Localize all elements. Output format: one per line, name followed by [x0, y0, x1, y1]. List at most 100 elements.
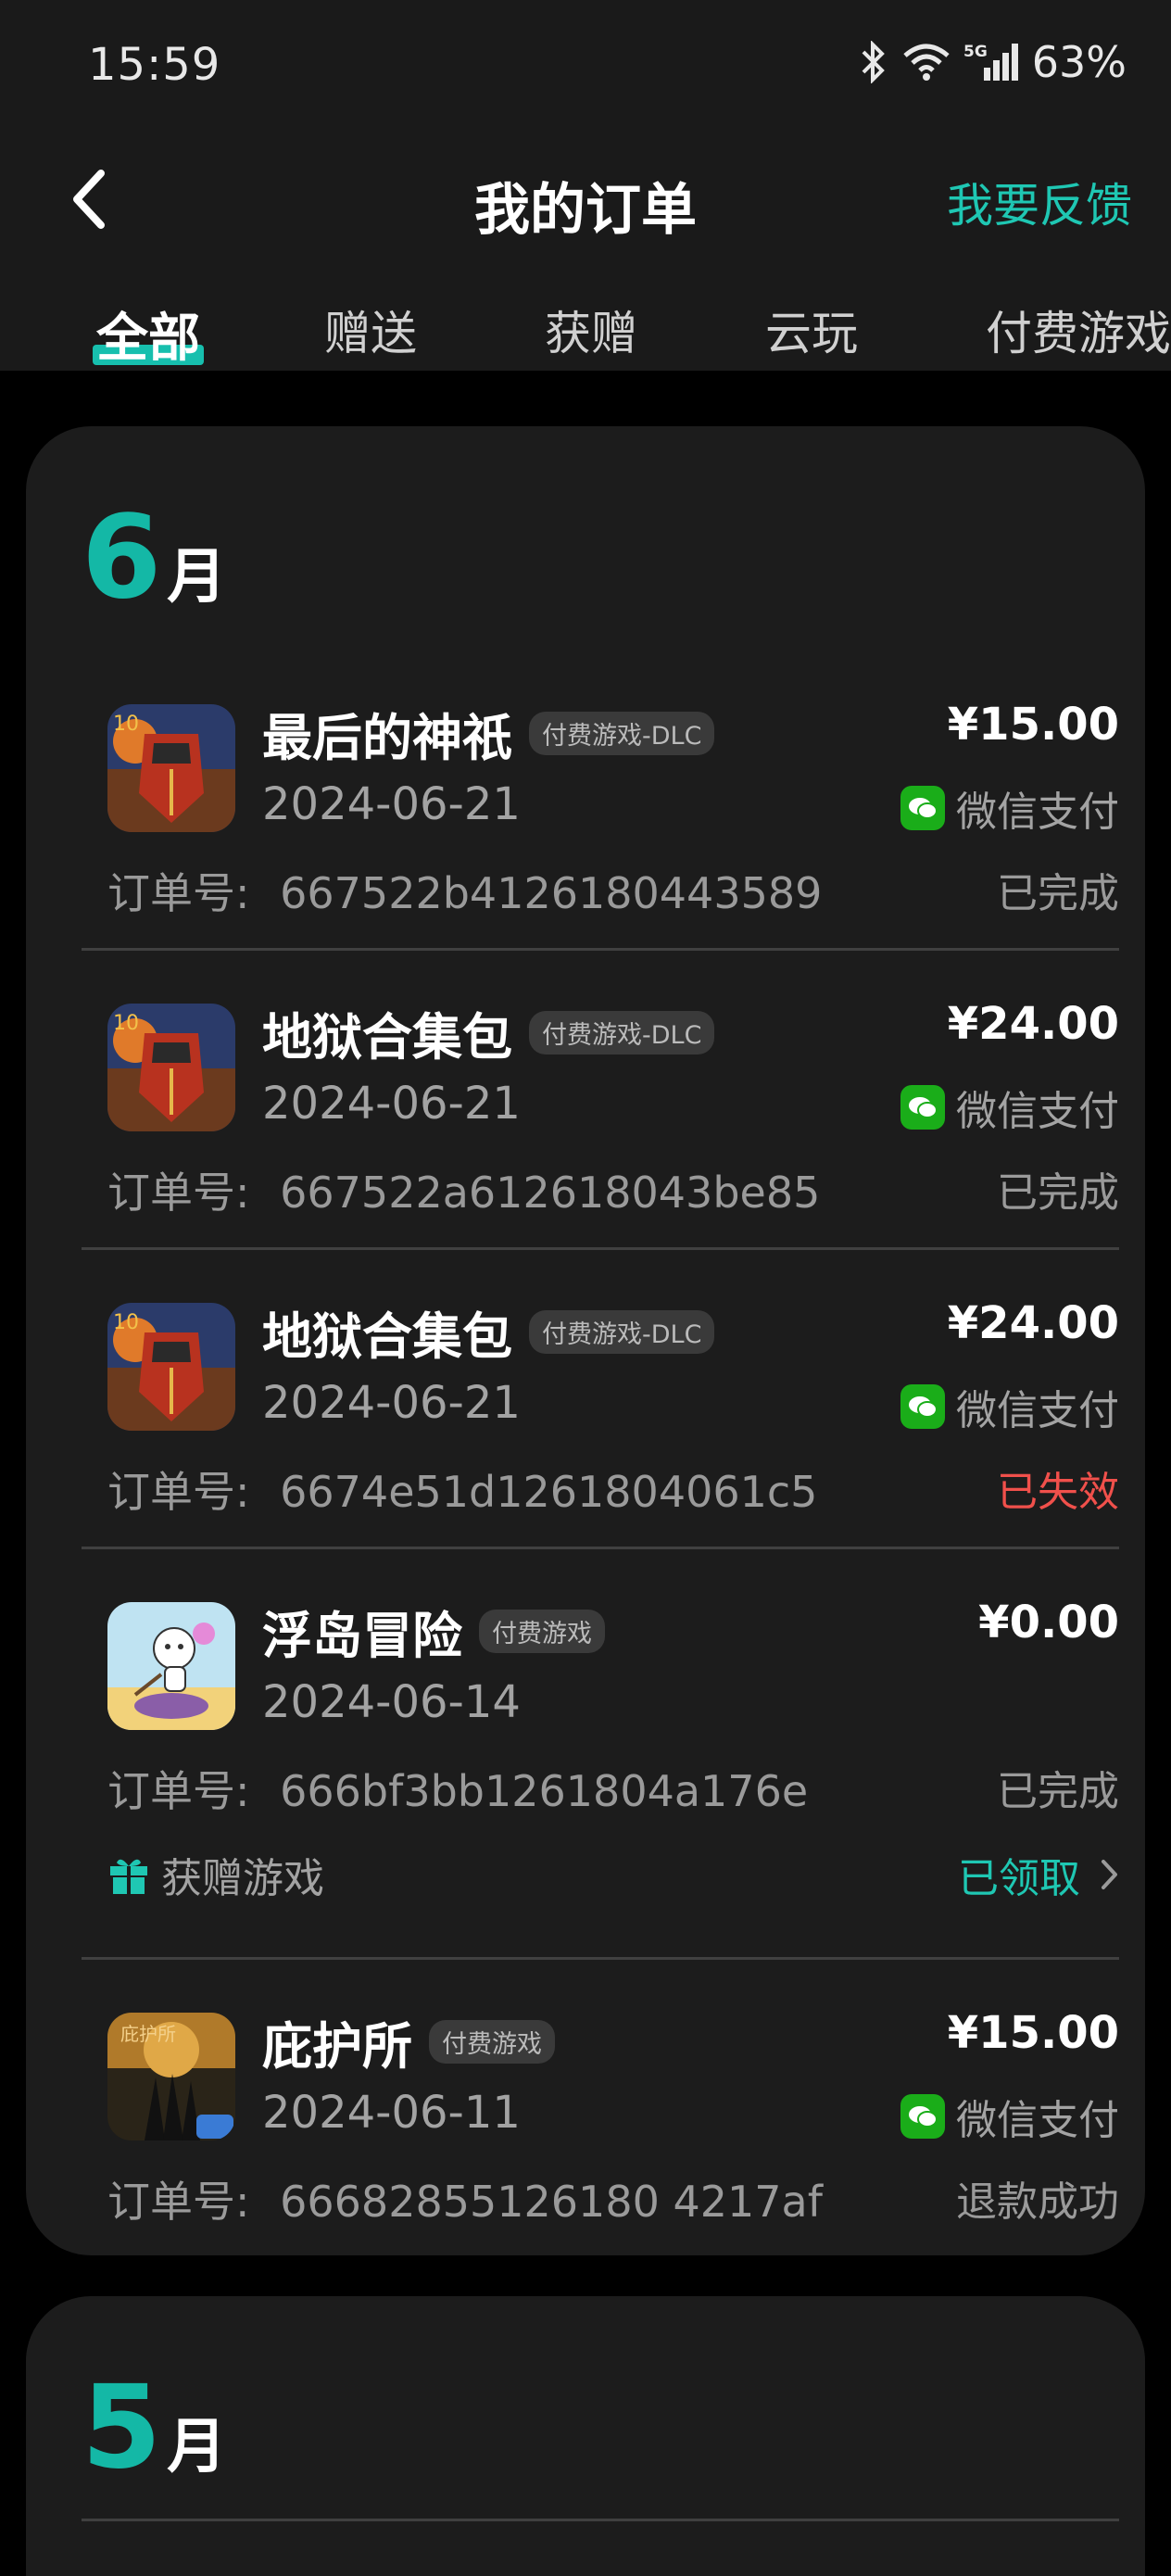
month-card-june: 6 月 10 最后的神祇 付费游戏-DLC 2024-06-21 ¥15.00 …: [26, 426, 1145, 2255]
order-price: ¥24.00: [947, 1297, 1119, 1349]
wechat-pay-icon: [900, 2094, 945, 2139]
order-number-label: 订单号:: [107, 1168, 250, 1218]
tab-received[interactable]: 获赠: [545, 297, 637, 363]
order-item[interactable]: 10 地狱合集包 付费游戏-DLC 2024-06-21 ¥24.00 微信支付…: [82, 998, 1119, 1244]
wechat-pay-icon: [900, 1384, 945, 1429]
game-name: 地狱合集包: [262, 1307, 512, 1366]
order-number-label: 订单号:: [107, 1766, 250, 1816]
claimed-link[interactable]: 已领取: [958, 1845, 1119, 1904]
payment-label: 微信支付: [956, 2097, 1119, 2144]
tab-paid-games[interactable]: 付费游戏: [986, 297, 1171, 363]
order-number: 订单号: 666bf3bb1261804a176e: [107, 1758, 808, 1819]
game-thumbnail: 庇护所: [107, 2013, 235, 2140]
type-tag: 付费游戏-DLC: [529, 1310, 715, 1354]
month-card-may: 5 月: [26, 2296, 1145, 2576]
payment-label: 微信支付: [956, 789, 1119, 836]
order-price: ¥24.00: [947, 998, 1119, 1050]
chevron-right-icon: [1101, 1859, 1119, 1890]
order-date: 2024-06-11: [262, 2087, 521, 2139]
order-number-label: 订单号:: [107, 868, 250, 918]
divider: [82, 948, 1119, 951]
order-item[interactable]: 庇护所 庇护所 付费游戏 2024-06-11 ¥15.00 微信支付 订单号:…: [82, 2007, 1119, 2235]
header: 我的订单 我要反馈: [0, 148, 1171, 250]
cellular-signal-icon: 5G: [963, 42, 1019, 82]
order-number-value: 667522a612618043be85: [280, 1168, 821, 1218]
order-number: 订单号: 667522a612618043be85: [107, 1159, 820, 1220]
order-number-value: 667522b4126180443589: [280, 868, 823, 918]
order-number-label: 订单号:: [107, 1467, 250, 1517]
order-item[interactable]: 浮岛冒险 付费游戏 2024-06-14 ¥0.00 订单号: 666bf3bb…: [82, 1597, 1119, 1936]
tab-cloud-play[interactable]: 云玩: [765, 297, 858, 363]
order-number-value: 66682855126180 4217af: [280, 2177, 823, 2227]
order-status: 退款成功: [956, 2178, 1119, 2226]
battery-level: 63%: [1031, 37, 1127, 87]
network-label: 5G: [963, 43, 988, 61]
order-title: 地狱合集包 付费游戏-DLC: [262, 1295, 715, 1369]
payment-method: 微信支付: [900, 1078, 1119, 1137]
tab-bar: 全部 赠送 获赠 云玩 付费游戏: [0, 287, 1171, 371]
divider: [82, 1547, 1119, 1549]
type-tag: 付费游戏-DLC: [529, 1011, 715, 1054]
game-name: 地狱合集包: [262, 1008, 512, 1067]
divider: [82, 1247, 1119, 1250]
order-title: 地狱合集包 付费游戏-DLC: [262, 996, 715, 1069]
wechat-pay-icon: [900, 786, 945, 830]
order-status: 已完成: [997, 1768, 1119, 1815]
month-number: 5: [82, 2361, 162, 2494]
wifi-icon: [902, 43, 951, 82]
order-date: 2024-06-21: [262, 1078, 521, 1130]
claimed-text: 已领取: [958, 1855, 1080, 1902]
order-date: 2024-06-21: [262, 778, 521, 830]
payment-label: 微信支付: [956, 1387, 1119, 1434]
payment-method: 微信支付: [900, 778, 1119, 838]
svg-text:庇护所: 庇护所: [120, 2023, 176, 2045]
payment-method: 微信支付: [900, 2087, 1119, 2146]
order-status: 已失效: [997, 1469, 1119, 1516]
order-number-value: 6674e51d1261804061c5: [280, 1467, 818, 1517]
order-number: 订单号: 667522b4126180443589: [107, 860, 822, 921]
status-time: 15:59: [88, 39, 221, 91]
gift-icon: [107, 1853, 150, 1896]
svg-text:10: 10: [113, 713, 139, 736]
tab-all[interactable]: 全部: [96, 297, 200, 372]
game-name: 浮岛冒险: [262, 1607, 462, 1665]
gift-label: 获赠游戏: [107, 1845, 324, 1904]
game-thumbnail: [107, 1602, 235, 1730]
screen: 15:59 5G 63% 我的订单 我要反馈 全部 赠送 获赠 云玩 付费游戏 …: [0, 0, 1171, 2576]
order-item[interactable]: 10 最后的神祇 付费游戏-DLC 2024-06-21 ¥15.00 微信支付…: [82, 699, 1119, 945]
game-thumbnail: 10: [107, 1004, 235, 1131]
type-tag: 付费游戏-DLC: [529, 712, 715, 755]
svg-text:10: 10: [113, 1311, 139, 1334]
order-item[interactable]: 10 地狱合集包 付费游戏-DLC 2024-06-21 ¥24.00 微信支付…: [82, 1297, 1119, 1544]
order-status: 已完成: [997, 1169, 1119, 1217]
wechat-pay-icon: [900, 1085, 945, 1130]
order-price: ¥0.00: [978, 1597, 1119, 1648]
game-name: 最后的神祇: [262, 709, 512, 767]
month-unit: 月: [167, 2413, 227, 2481]
order-number-label: 订单号:: [107, 2177, 250, 2227]
order-number: 订单号: 6674e51d1261804061c5: [107, 1458, 817, 1520]
gift-row[interactable]: 获赠游戏 已领取: [107, 1845, 1119, 1902]
order-status: 已完成: [997, 870, 1119, 917]
status-icons: 5G 63%: [858, 37, 1127, 87]
divider: [82, 2519, 1119, 2521]
game-name: 庇护所: [262, 2017, 412, 2076]
payment-method: 微信支付: [900, 1377, 1119, 1436]
type-tag: 付费游戏: [479, 1610, 605, 1653]
order-price: ¥15.00: [947, 699, 1119, 751]
order-number-value: 666bf3bb1261804a176e: [280, 1766, 809, 1816]
order-date: 2024-06-21: [262, 1377, 521, 1429]
game-thumbnail: 10: [107, 704, 235, 832]
top-bar: 15:59 5G 63% 我的订单 我要反馈 全部 赠送 获赠 云玩 付费游戏: [0, 0, 1171, 371]
month-heading: 6 月: [82, 500, 226, 615]
order-date: 2024-06-14: [262, 1676, 521, 1728]
divider: [82, 1957, 1119, 1960]
order-title: 最后的神祇 付费游戏-DLC: [262, 697, 715, 770]
order-number: 订单号: 66682855126180 4217af: [107, 2168, 823, 2229]
order-title: 庇护所 付费游戏: [262, 2005, 555, 2078]
feedback-link[interactable]: 我要反馈: [947, 169, 1132, 235]
order-price: ¥15.00: [947, 2007, 1119, 2059]
tab-gifted[interactable]: 赠送: [324, 297, 417, 363]
month-heading: 5 月: [82, 2370, 226, 2485]
order-title: 浮岛冒险 付费游戏: [262, 1595, 605, 1668]
